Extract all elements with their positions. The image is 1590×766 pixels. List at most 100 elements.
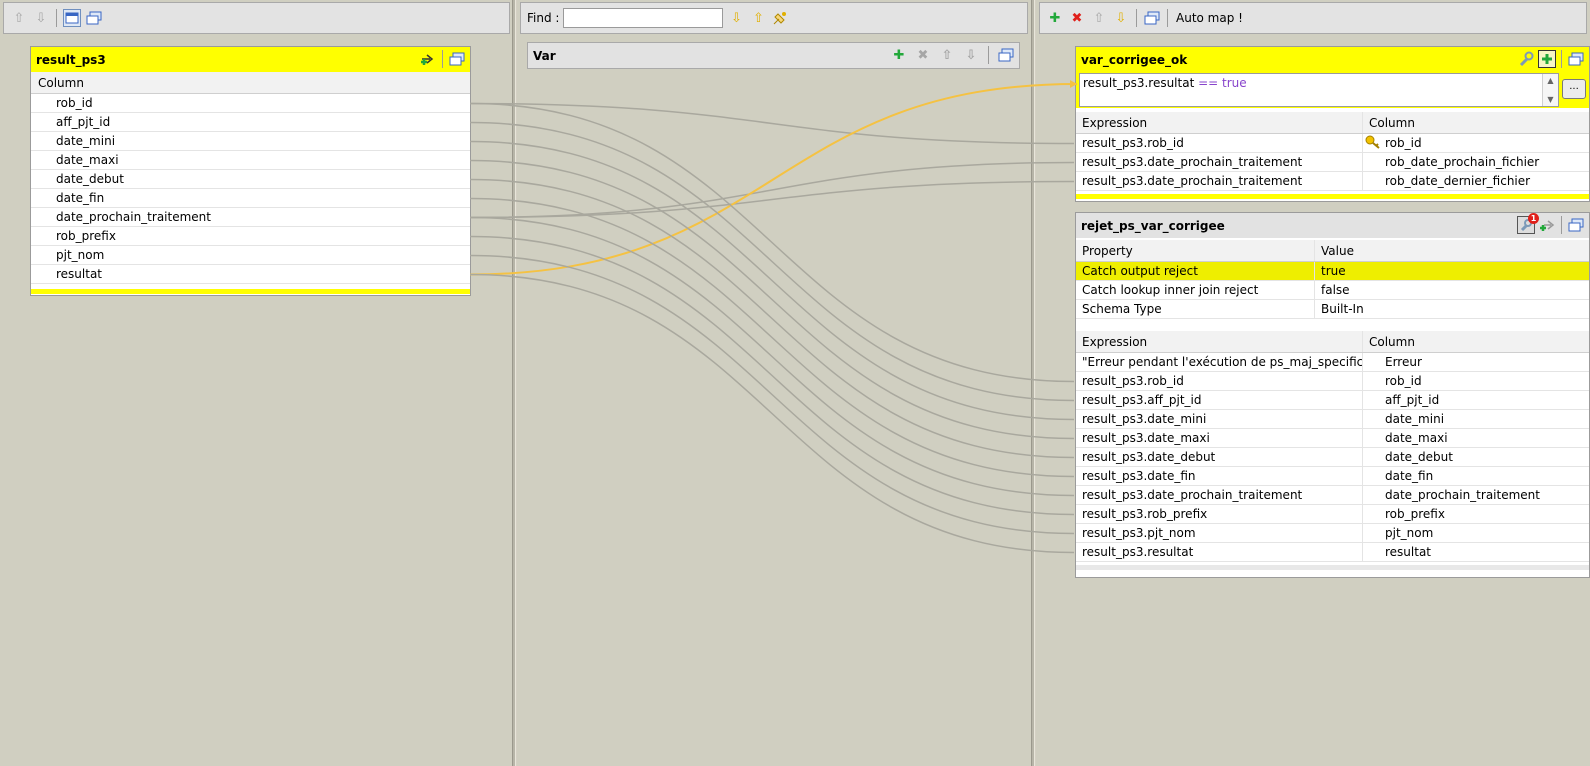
column-cell[interactable]: rob_id (1362, 134, 1589, 152)
left-splitter[interactable] (512, 0, 516, 766)
minimize-table-icon[interactable] (997, 46, 1015, 64)
auto-map-button[interactable]: Auto map ! (1176, 11, 1243, 25)
expression-cell[interactable]: result_ps3.date_mini (1076, 410, 1362, 428)
previous-icon[interactable]: ⇧ (749, 9, 767, 27)
table-row[interactable]: date_prochain_traitement (31, 208, 470, 227)
expression-cell[interactable]: result_ps3.rob_id (1076, 372, 1362, 390)
find-input[interactable] (563, 8, 724, 28)
move-down-icon[interactable]: ⇩ (32, 9, 50, 27)
table-row[interactable]: result_ps3.date_maxi date_maxi (1076, 429, 1589, 448)
column-cell[interactable]: date_prochain_traitement (1362, 486, 1589, 504)
minimize-icon[interactable] (63, 9, 81, 27)
scroll-down-icon[interactable]: ▼ (1547, 95, 1553, 104)
value-cell[interactable]: true (1314, 262, 1589, 280)
expression-cell[interactable]: result_ps3.resultat (1076, 543, 1362, 561)
minimize-table-icon[interactable] (448, 50, 466, 68)
move-down-icon[interactable]: ⇩ (962, 46, 980, 64)
column-cell[interactable]: rob_date_dernier_fichier (1362, 172, 1589, 190)
settings-icon[interactable]: 1 (1517, 213, 1539, 234)
right-splitter[interactable] (1031, 0, 1035, 766)
table-row[interactable]: date_mini (31, 132, 470, 151)
column-cell[interactable]: date_maxi (1362, 429, 1589, 447)
add-icon[interactable]: ✚ (890, 46, 908, 64)
column-cell[interactable]: rob_id (1362, 372, 1589, 390)
table-row[interactable]: result_ps3.rob_id rob_id (1076, 372, 1589, 391)
tile-icon[interactable] (85, 9, 103, 27)
tile-icon[interactable] (1143, 9, 1161, 27)
add-join-icon[interactable] (419, 50, 437, 68)
table-row[interactable]: result_ps3.date_debut date_debut (1076, 448, 1589, 467)
table-row[interactable]: result_ps3.date_prochain_traitement rob_… (1076, 153, 1589, 172)
expression-cell[interactable]: result_ps3.rob_id (1076, 134, 1362, 152)
expression-cell[interactable]: result_ps3.date_fin (1076, 467, 1362, 485)
column-cell[interactable]: rob_date_prochain_fichier (1362, 153, 1589, 171)
table-row[interactable]: result_ps3.aff_pjt_id aff_pjt_id (1076, 391, 1589, 410)
column-cell[interactable]: date_fin (1362, 467, 1589, 485)
table-row[interactable]: result_ps3.date_prochain_traitement date_… (1076, 486, 1589, 505)
table-row[interactable]: rob_prefix (31, 227, 470, 246)
table-row[interactable]: result_ps3.date_fin date_fin (1076, 467, 1589, 486)
property-row[interactable]: Catch lookup inner join reject false (1076, 281, 1589, 300)
table-row[interactable]: resultat (31, 265, 470, 284)
table-row[interactable]: "Erreur pendant l'exécution de ps_maj_sp… (1076, 353, 1589, 372)
table-row[interactable]: date_debut (31, 170, 470, 189)
table-row[interactable]: pjt_nom (31, 246, 470, 265)
value-cell[interactable]: Built-In (1314, 300, 1589, 318)
scroll-up-icon[interactable]: ▲ (1547, 76, 1553, 85)
property-column-header: Property Value (1076, 240, 1589, 262)
wrench-icon[interactable] (1517, 50, 1535, 68)
table-row[interactable]: result_ps3.date_prochain_traitement rob_… (1076, 172, 1589, 191)
table-row[interactable]: aff_pjt_id (31, 113, 470, 132)
table-row[interactable]: result_ps3.pjt_nom pjt_nom (1076, 524, 1589, 543)
expression-cell[interactable]: result_ps3.date_prochain_traitement (1076, 486, 1362, 504)
minimize-table-icon[interactable] (1567, 50, 1585, 68)
filter-expression-input[interactable]: result_ps3.resultat == true ▲ ▼ (1079, 73, 1559, 107)
filter-value: true (1222, 76, 1247, 90)
column-cell[interactable]: aff_pjt_id (1362, 391, 1589, 409)
property-header: Property (1082, 243, 1133, 258)
column-cell[interactable]: rob_prefix (1362, 505, 1589, 523)
property-row[interactable]: Schema Type Built-In (1076, 300, 1589, 319)
remove-output-icon[interactable]: ✖ (1068, 9, 1086, 27)
move-up-icon[interactable]: ⇧ (938, 46, 956, 64)
var-table-header: Var ✚ ✖ ⇧ ⇩ (528, 43, 1019, 68)
highlight-icon[interactable] (771, 9, 789, 27)
value-cell[interactable]: false (1314, 281, 1589, 299)
expression-cell[interactable]: result_ps3.date_debut (1076, 448, 1362, 466)
table-row[interactable]: result_ps3.rob_prefix rob_prefix (1076, 505, 1589, 524)
move-down-icon[interactable]: ⇩ (1112, 9, 1130, 27)
minimize-table-icon[interactable] (1567, 216, 1585, 234)
expression-cell[interactable]: result_ps3.date_prochain_traitement (1076, 153, 1362, 171)
add-filter-icon[interactable] (1538, 50, 1556, 68)
table-row[interactable]: result_ps3.rob_id rob_id (1076, 134, 1589, 153)
property-cell: Catch lookup inner join reject (1082, 283, 1259, 297)
column-cell[interactable]: date_mini (1362, 410, 1589, 428)
move-up-icon[interactable]: ⇧ (1090, 9, 1108, 27)
table-row[interactable]: rob_id (31, 94, 470, 113)
table-row[interactable]: date_maxi (31, 151, 470, 170)
output-ok-title: var_corrigee_ok (1081, 52, 1188, 67)
table-row[interactable]: result_ps3.resultat resultat (1076, 543, 1589, 562)
remove-icon[interactable]: ✖ (914, 46, 932, 64)
input-table-header: result_ps3 (31, 47, 470, 72)
filter-scrollbar[interactable]: ▲ ▼ (1542, 74, 1558, 106)
column-cell[interactable]: resultat (1362, 543, 1589, 561)
expression-cell[interactable]: result_ps3.aff_pjt_id (1076, 391, 1362, 409)
column-cell[interactable]: date_debut (1362, 448, 1589, 466)
expression-cell[interactable]: result_ps3.date_maxi (1076, 429, 1362, 447)
table-row[interactable]: date_fin (31, 189, 470, 208)
expression-cell[interactable]: result_ps3.date_prochain_traitement (1076, 172, 1362, 190)
move-up-icon[interactable]: ⇧ (10, 9, 28, 27)
column-cell[interactable]: pjt_nom (1362, 524, 1589, 542)
expression-cell[interactable]: result_ps3.pjt_nom (1076, 524, 1362, 542)
column-cell[interactable]: Erreur (1362, 353, 1589, 371)
expression-cell[interactable]: result_ps3.rob_prefix (1076, 505, 1362, 523)
next-icon[interactable]: ⇩ (727, 9, 745, 27)
add-output-icon[interactable]: ✚ (1046, 9, 1064, 27)
property-cell: Catch output reject (1076, 262, 1314, 280)
expression-cell[interactable]: "Erreur pendant l'exécution de ps_maj_sp… (1076, 353, 1362, 371)
property-row[interactable]: Catch output reject true (1076, 262, 1589, 281)
table-row[interactable]: result_ps3.date_mini date_mini (1076, 410, 1589, 429)
add-filter-icon[interactable] (1538, 216, 1556, 234)
expression-builder-button[interactable]: ··· (1562, 79, 1586, 99)
